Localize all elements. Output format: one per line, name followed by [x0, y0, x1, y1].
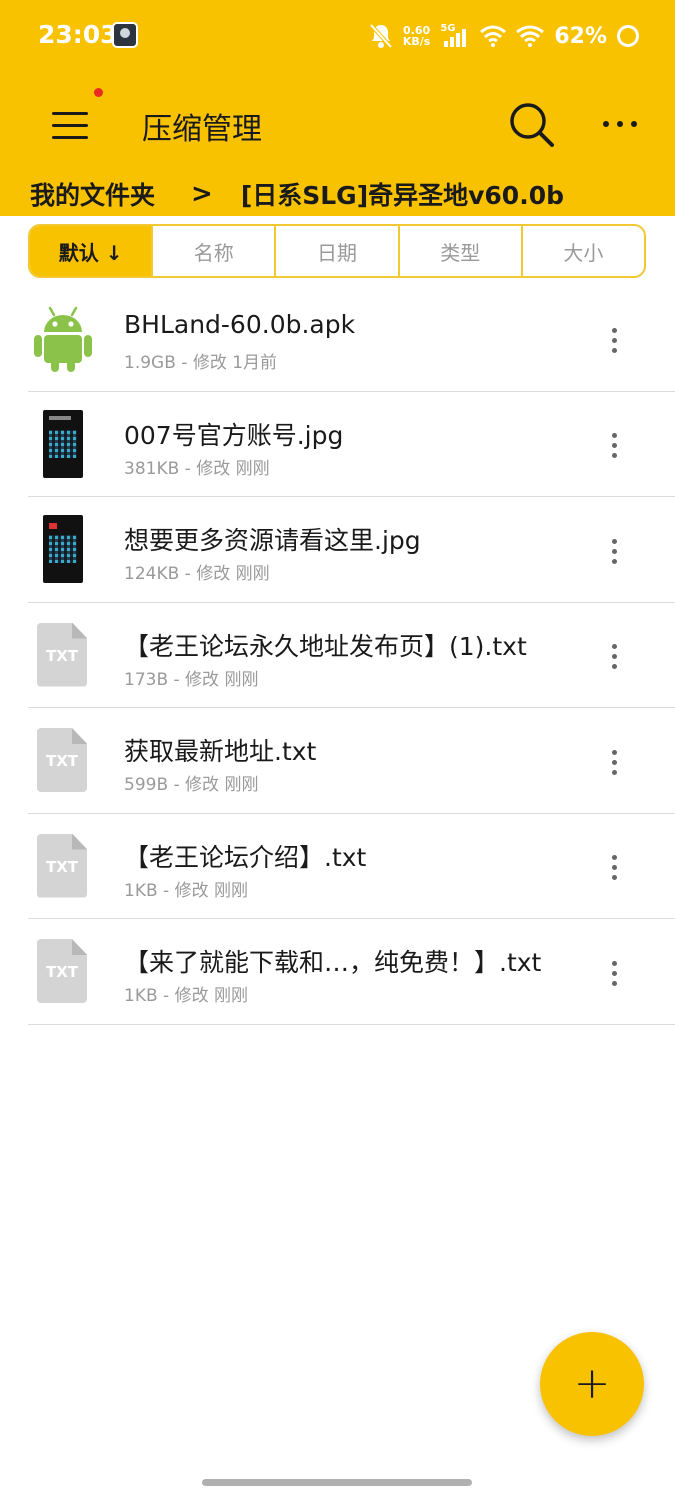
more-vertical-icon[interactable]	[598, 426, 630, 466]
file-meta: 599B - 修改 刚刚	[124, 775, 259, 795]
file-name: 【来了就能下载和…，纯免费！】.txt	[124, 948, 542, 977]
android-icon	[32, 304, 94, 374]
sort-tabs: 默认 ↓ 名称 日期 类型 大小	[28, 224, 646, 278]
home-indicator[interactable]	[202, 1479, 472, 1486]
sort-tab-default[interactable]: 默认 ↓	[30, 226, 152, 276]
sort-tab-size[interactable]: 大小	[520, 226, 644, 276]
txt-icon-label: TXT	[45, 752, 79, 770]
txt-icon-label: TXT	[45, 857, 79, 876]
txt-icon-label: TXT	[45, 963, 79, 981]
txt-icon-label: TXT	[45, 646, 79, 665]
list-item[interactable]: TXT 获取最新地址.txt 599B - 修改 刚刚	[0, 708, 675, 814]
breadcrumb: 我的文件夹 > [日系SLG]奇异圣地v60.0b	[30, 174, 564, 214]
search-icon[interactable]	[505, 98, 559, 152]
sort-tab-name[interactable]: 名称	[151, 226, 274, 276]
file-meta: 124KB - 修改 刚刚	[124, 564, 270, 584]
net-speed: 0.60 KB/s	[403, 25, 430, 47]
file-meta: 381KB - 修改 刚刚	[124, 458, 270, 479]
file-name: 获取最新地址.txt	[124, 737, 317, 766]
chevron-right-icon: >	[191, 179, 213, 209]
file-meta: 1KB - 修改 刚刚	[124, 880, 248, 901]
cellular-signal-icon: 5G	[440, 23, 470, 49]
file-name: 【老王论坛永久地址发布页】(1).txt	[124, 631, 527, 661]
file-name: 【老王论坛介绍】.txt	[124, 842, 367, 872]
more-horizontal-icon[interactable]	[592, 104, 648, 144]
bell-muted-icon	[369, 23, 393, 49]
more-vertical-icon[interactable]	[598, 742, 630, 782]
add-button[interactable]: +	[540, 1332, 644, 1436]
battery-level: 62%	[554, 23, 607, 49]
status-time: 23:03	[38, 20, 118, 49]
sort-tab-date[interactable]: 日期	[274, 226, 397, 276]
list-item[interactable]: TXT 【老王论坛介绍】.txt 1KB - 修改 刚刚	[0, 814, 675, 920]
file-name: BHLand-60.0b.apk	[124, 310, 356, 339]
file-meta: 173B - 修改 刚刚	[124, 669, 259, 690]
list-item[interactable]: 007号官方账号.jpg 381KB - 修改 刚刚	[0, 392, 675, 498]
notification-avatar-icon	[112, 22, 138, 48]
more-vertical-icon[interactable]	[598, 637, 630, 677]
more-vertical-icon[interactable]	[598, 848, 630, 888]
txt-file-icon: TXT	[32, 621, 94, 691]
image-thumbnail	[32, 515, 94, 585]
file-meta: 1KB - 修改 刚刚	[124, 986, 248, 1006]
file-name: 007号官方账号.jpg	[124, 420, 344, 450]
hamburger-menu-icon[interactable]	[44, 100, 100, 150]
more-vertical-icon[interactable]	[598, 531, 630, 571]
status-bar: 23:03 0.60 KB/s 5G 62%	[0, 0, 675, 72]
file-name: 想要更多资源请看这里.jpg	[124, 526, 421, 555]
list-item[interactable]: BHLand-60.0b.apk 1.9GB - 修改 1月前	[0, 286, 675, 392]
more-vertical-icon[interactable]	[598, 320, 630, 360]
app-header: 23:03 0.60 KB/s 5G 62% 压缩管理 我的文件夹 > [日系S…	[0, 0, 675, 216]
list-item[interactable]: TXT 【来了就能下载和…，纯免费！】.txt 1KB - 修改 刚刚	[0, 919, 675, 1025]
list-item[interactable]: 想要更多资源请看这里.jpg 124KB - 修改 刚刚	[0, 497, 675, 603]
net-speed-unit: KB/s	[402, 35, 431, 48]
breadcrumb-current[interactable]: [日系SLG]奇异圣地v60.0b	[241, 176, 564, 212]
image-thumbnail	[32, 409, 94, 480]
breadcrumb-root[interactable]: 我的文件夹	[30, 176, 155, 212]
txt-file-icon: TXT	[32, 726, 94, 796]
add-icon: +	[573, 1358, 611, 1409]
battery-icon	[617, 25, 639, 47]
txt-file-icon: TXT	[32, 832, 94, 902]
toolbar: 压缩管理	[0, 80, 675, 170]
wifi-icon	[480, 25, 507, 47]
notification-dot	[94, 88, 103, 97]
page-title: 压缩管理	[142, 112, 262, 147]
status-icons: 0.60 KB/s 5G 62%	[369, 18, 639, 54]
sort-tab-type[interactable]: 类型	[397, 226, 521, 276]
file-list: BHLand-60.0b.apk 1.9GB - 修改 1月前 007号官方账号…	[0, 286, 675, 1025]
txt-file-icon: TXT	[32, 937, 94, 1007]
list-item[interactable]: TXT 【老王论坛永久地址发布页】(1).txt 173B - 修改 刚刚	[0, 603, 675, 709]
wifi-icon-secondary	[516, 25, 545, 47]
file-meta: 1.9GB - 修改 1月前	[124, 353, 278, 373]
more-vertical-icon[interactable]	[598, 953, 630, 993]
